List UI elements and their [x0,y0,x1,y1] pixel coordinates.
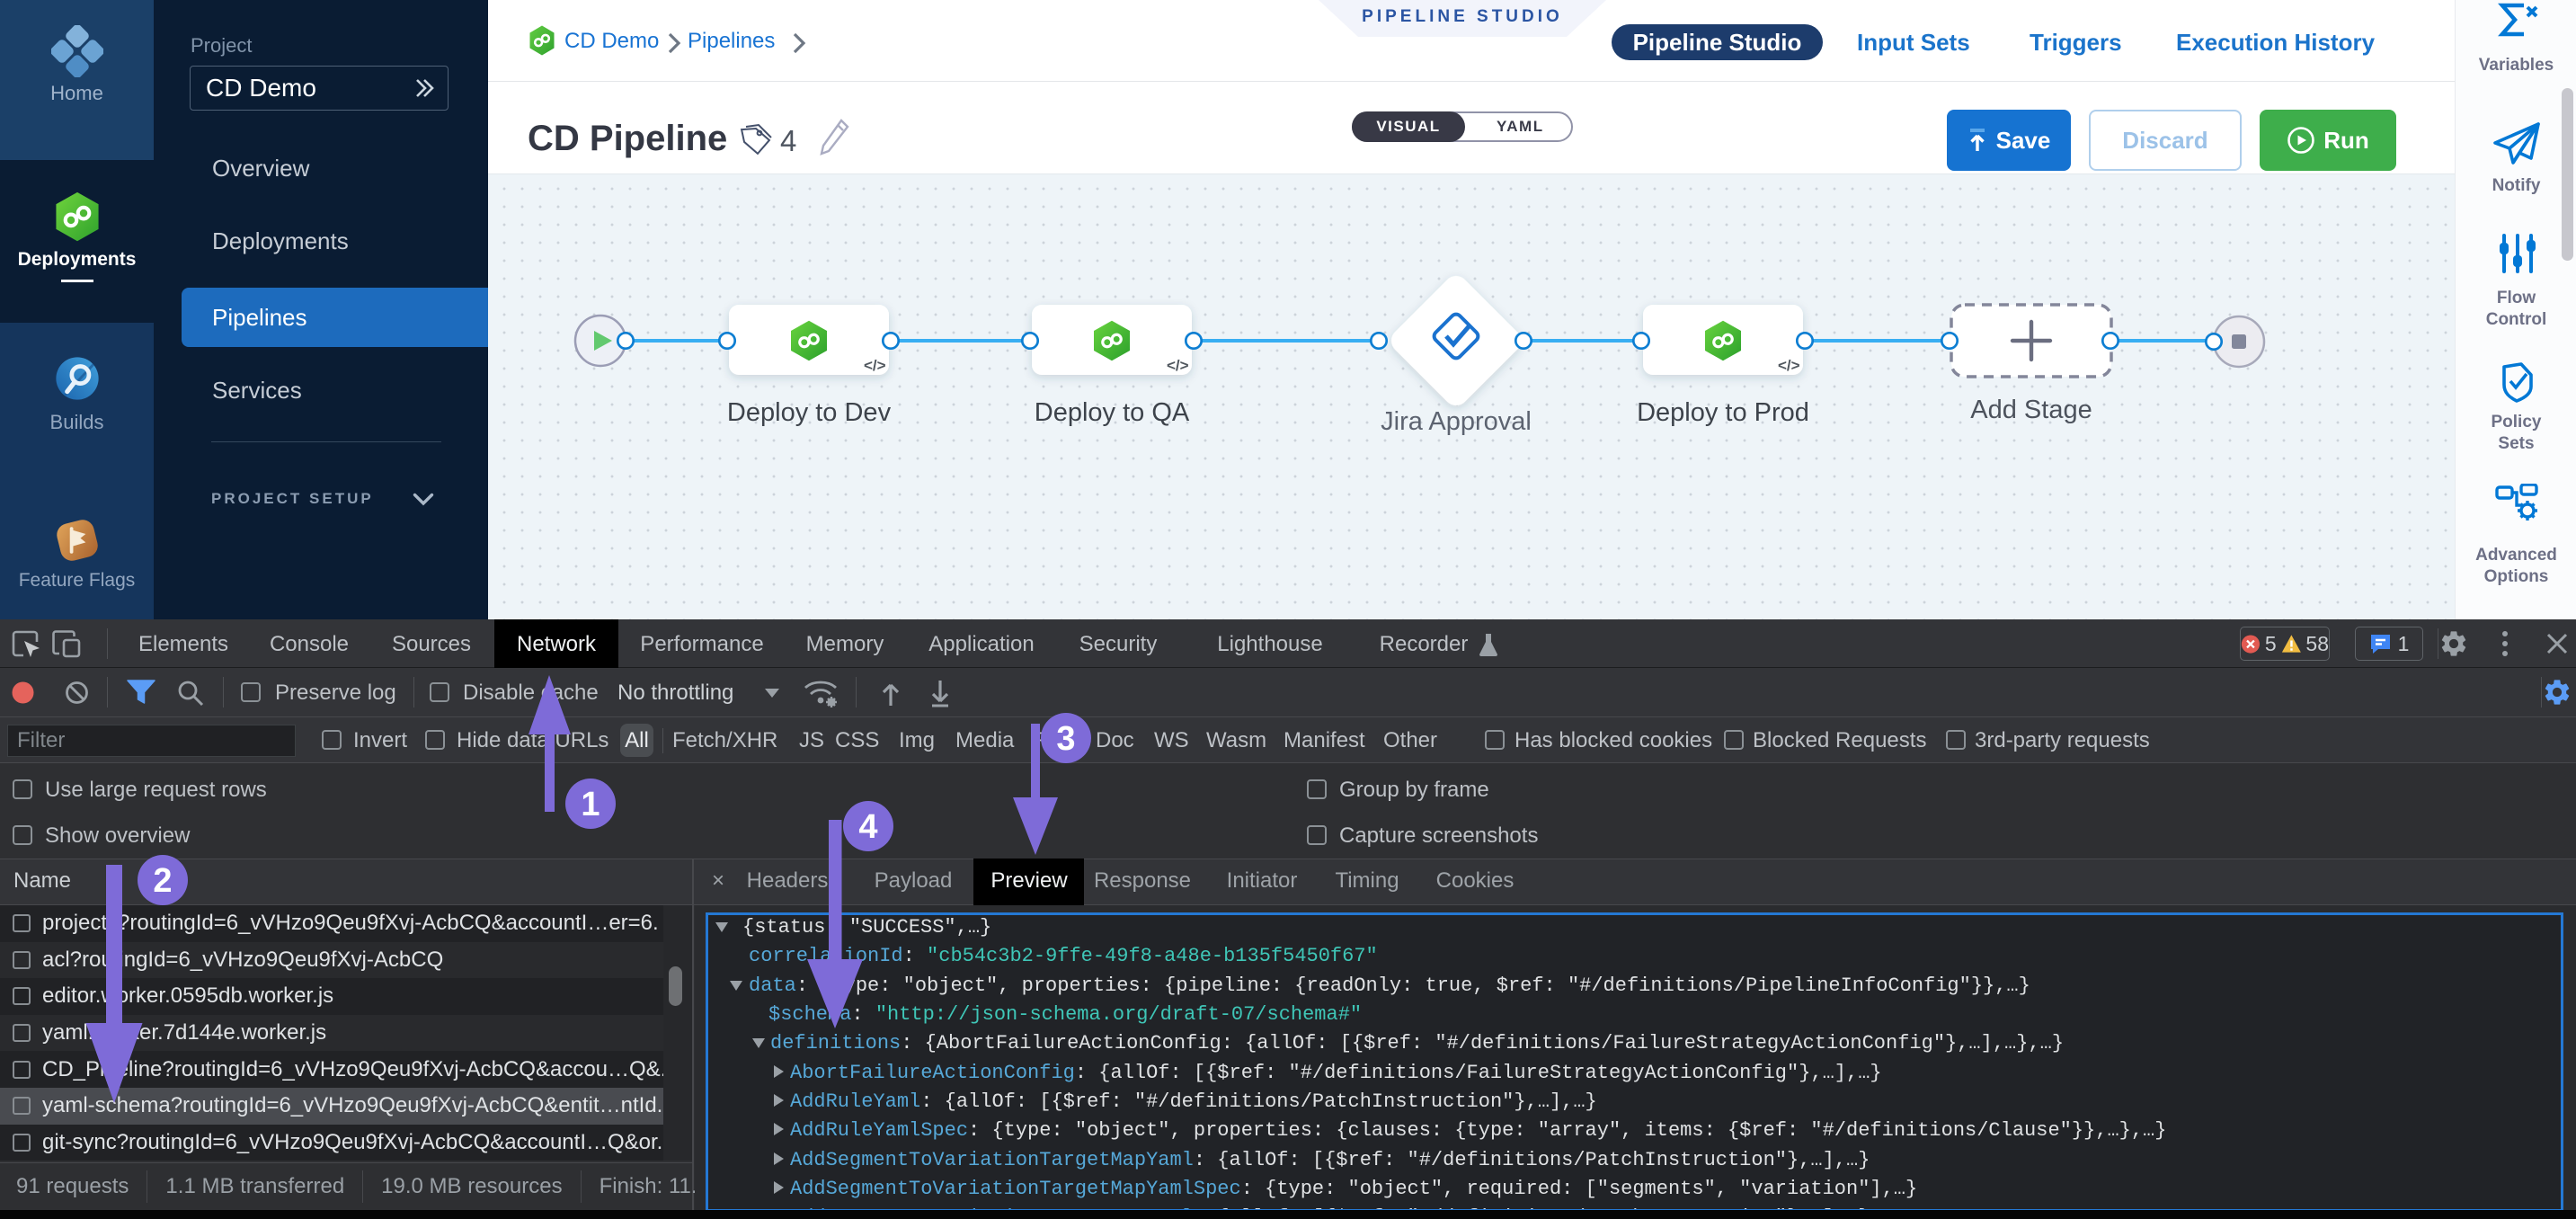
svg-text:Deploy to Dev: Deploy to Dev [727,398,892,427]
svg-text:Deploy to Prod: Deploy to Prod [1637,398,1809,427]
svg-text:</>: </> [864,357,886,374]
svg-text:</>: </> [1778,357,1800,374]
svg-text:Deploy to QA: Deploy to QA [1035,398,1190,427]
svg-text:Add Stage: Add Stage [1970,396,2092,424]
svg-text:</>: </> [1167,357,1189,374]
svg-text:Jira Approval: Jira Approval [1381,407,1532,436]
